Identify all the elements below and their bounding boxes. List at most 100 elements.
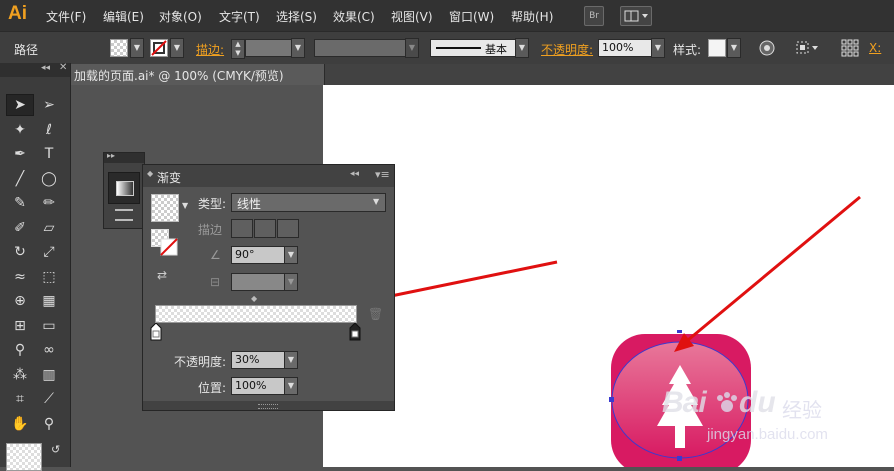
graphic-style-swatch[interactable] — [708, 39, 726, 57]
pen-tool-icon[interactable]: ✒ — [11, 145, 29, 163]
symbol-sprayer-tool-icon[interactable]: ⁂ — [11, 366, 29, 384]
expand-icon[interactable]: ▸▸ — [107, 151, 115, 160]
stroke-gradient-within-button[interactable] — [231, 219, 253, 238]
opacity-dropdown[interactable]: ▼ — [651, 38, 665, 58]
collapse-icon[interactable]: ◂◂ — [41, 63, 50, 73]
shape-builder-tool-icon[interactable]: ⊕ — [11, 292, 29, 310]
close-icon[interactable]: ✕ — [59, 62, 67, 73]
stop-opacity-field[interactable]: 30% — [231, 351, 285, 369]
direct-selection-tool-icon[interactable]: ➢ — [40, 96, 58, 114]
bridge-button[interactable]: Br — [584, 6, 604, 26]
stroke-weight-field[interactable] — [245, 39, 292, 57]
anchor-point-bottom[interactable] — [677, 456, 682, 461]
gradient-fill-swatch[interactable] — [151, 194, 179, 222]
brush-dropdown[interactable]: ▼ — [515, 38, 529, 58]
mesh-tool-icon[interactable]: ⊞ — [11, 317, 29, 335]
eraser-tool-icon[interactable]: ▱ — [40, 219, 58, 237]
toolbox-header[interactable]: ◂◂ ✕ — [0, 62, 70, 77]
transform-reference-point[interactable] — [840, 38, 860, 58]
menu-select[interactable]: 选择(S) — [276, 8, 317, 25]
angle-dropdown[interactable]: ▼ — [284, 246, 298, 264]
gradient-stop-right[interactable] — [349, 323, 361, 341]
anchor-point-left[interactable] — [609, 397, 614, 402]
lasso-tool-icon[interactable]: ℓ — [40, 121, 58, 139]
type-tool-icon[interactable]: T — [40, 145, 58, 163]
stop-location-field[interactable]: 100% — [231, 377, 285, 395]
stroke-gradient-along-button[interactable] — [254, 219, 276, 238]
stroke-weight-spinner[interactable]: ▲ ▼ — [231, 39, 245, 59]
menu-effect[interactable]: 效果(C) — [333, 8, 375, 25]
stop-location-dropdown[interactable]: ▼ — [284, 377, 298, 395]
rotate-tool-icon[interactable]: ↻ — [11, 243, 29, 261]
align-to-selection-button[interactable] — [794, 39, 822, 57]
menu-type[interactable]: 文字(T) — [219, 8, 260, 25]
stroke-gradient-across-button[interactable] — [277, 219, 299, 238]
arrange-documents-button[interactable] — [620, 6, 652, 26]
dock-header[interactable]: ▸▸ — [104, 151, 144, 163]
menu-window[interactable]: 窗口(W) — [449, 8, 494, 25]
panel-options-toggle-icon[interactable]: ◆ — [147, 169, 153, 178]
gradient-tool-icon[interactable]: ▭ — [40, 317, 58, 335]
hand-tool-icon[interactable]: ✋ — [11, 415, 29, 433]
panel-resize-bar[interactable] — [143, 401, 394, 410]
ellipse-tool-icon[interactable]: ◯ — [40, 170, 58, 188]
scale-tool-icon[interactable]: ⤢ — [40, 243, 58, 261]
blob-brush-tool-icon[interactable]: ✐ — [11, 219, 29, 237]
artboard-tool-icon[interactable]: ⌗ — [11, 390, 29, 408]
midpoint-diamond-icon[interactable]: ◆ — [251, 294, 257, 303]
slice-tool-icon[interactable]: ⟋ — [40, 390, 58, 408]
aspect-ratio-field[interactable] — [231, 273, 285, 291]
fill-swatch[interactable] — [110, 39, 128, 57]
eyedropper-tool-icon[interactable]: ⚲ — [11, 341, 29, 359]
fill-stroke-proxy[interactable] — [151, 229, 178, 259]
stroke-none-icon[interactable] — [160, 238, 178, 256]
stroke-panel-icon[interactable] — [115, 209, 133, 221]
zoom-tool-icon[interactable]: ⚲ — [40, 415, 58, 433]
free-transform-tool-icon[interactable]: ⬚ — [40, 268, 58, 286]
variable-width-profile[interactable] — [314, 39, 406, 57]
aspect-ratio-dropdown[interactable]: ▼ — [284, 273, 298, 291]
gradient-panel-button[interactable] — [108, 172, 140, 204]
menu-help[interactable]: 帮助(H) — [511, 8, 553, 25]
menu-object[interactable]: 对象(O) — [159, 8, 202, 25]
opacity-field[interactable]: 100% — [598, 39, 652, 57]
selection-tool-icon[interactable]: ➤ — [11, 96, 29, 114]
opacity-label[interactable]: 不透明度: — [541, 41, 593, 58]
gradient-swatch-dropdown[interactable]: ▼ — [182, 201, 188, 210]
gradient-type-select[interactable]: 线性 ▼ — [231, 193, 386, 212]
graphic-style-dropdown[interactable]: ▼ — [727, 38, 741, 58]
gradient-stop-left[interactable] — [150, 323, 162, 341]
magic-wand-tool-icon[interactable]: ✦ — [11, 121, 29, 139]
collapse-panel-icon[interactable]: ◂◂ — [350, 169, 359, 179]
pencil-tool-icon[interactable]: ✏ — [40, 194, 58, 212]
document-tab[interactable]: 加载的页面.ai* @ 100% (CMYK/预览) — [70, 64, 325, 85]
panel-menu-icon[interactable]: ▾≡ — [375, 168, 390, 181]
menu-edit[interactable]: 编辑(E) — [103, 8, 144, 25]
variable-width-dropdown[interactable]: ▼ — [405, 38, 419, 58]
reverse-gradient-icon[interactable]: ⇄ — [157, 268, 167, 282]
recolor-artwork-button[interactable] — [758, 39, 776, 57]
angle-field[interactable]: 90° — [231, 246, 285, 264]
line-tool-icon[interactable]: ╱ — [11, 170, 29, 188]
stroke-weight-dropdown[interactable]: ▼ — [291, 38, 305, 58]
delete-stop-icon[interactable]: 🗑 — [368, 307, 383, 321]
stroke-weight-label[interactable]: 描边: — [196, 41, 224, 58]
brush-definition[interactable]: 基本 — [430, 39, 516, 57]
stroke-dropdown[interactable]: ▼ — [170, 38, 184, 58]
gradient-panel-header[interactable]: ◆ 渐变 ◂◂ ▾≡ — [143, 165, 394, 187]
gradient-slider[interactable] — [155, 305, 357, 323]
warp-tool-icon[interactable]: ≈ — [11, 268, 29, 286]
blend-tool-icon[interactable]: ∞ — [40, 341, 58, 359]
resize-grip-icon[interactable] — [258, 404, 278, 409]
stop-opacity-dropdown[interactable]: ▼ — [284, 351, 298, 369]
fill-dropdown[interactable]: ▼ — [130, 38, 144, 58]
menu-file[interactable]: 文件(F) — [46, 8, 86, 25]
swap-colors-icon[interactable]: ↺ — [51, 443, 60, 456]
column-graph-tool-icon[interactable]: ▥ — [40, 366, 58, 384]
paintbrush-tool-icon[interactable]: ✎ — [11, 194, 29, 212]
stroke-swatch[interactable] — [150, 39, 168, 57]
perspective-grid-tool-icon[interactable]: ▦ — [40, 292, 58, 310]
x-coordinate-label[interactable]: X: — [869, 41, 881, 55]
menu-view[interactable]: 视图(V) — [391, 8, 433, 25]
anchor-point-top[interactable] — [677, 330, 682, 333]
